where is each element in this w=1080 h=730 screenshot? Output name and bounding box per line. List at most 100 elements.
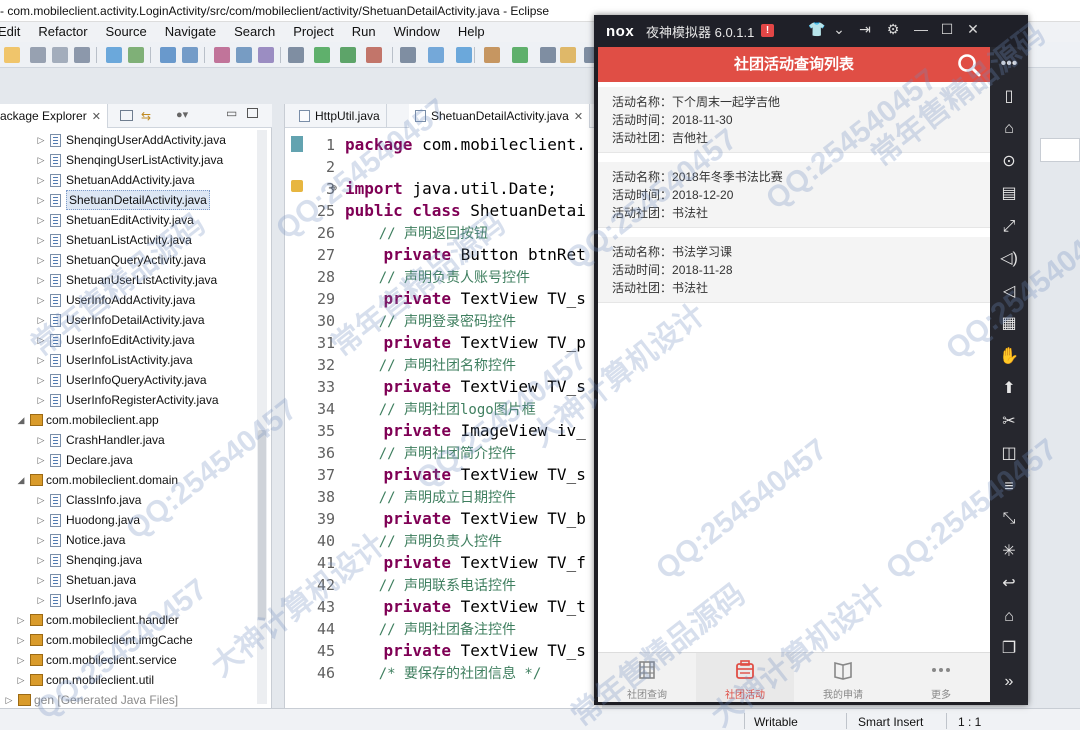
open-type-icon[interactable]: [236, 47, 252, 63]
maximize-icon[interactable]: ☐: [938, 21, 956, 38]
package-node[interactable]: ◢ com.mobileclient.domain: [0, 470, 262, 490]
home-icon[interactable]: ⌂: [990, 602, 1028, 632]
scrollbar-thumb[interactable]: [258, 430, 266, 620]
folder-node[interactable]: ▷ gen [Generated Java Files]: [0, 690, 262, 708]
volume-up-icon[interactable]: ◁): [990, 244, 1028, 274]
minimize-view-icon[interactable]: ▭: [226, 106, 237, 120]
file-node[interactable]: ▷ ShetuanAddActivity.java: [0, 170, 262, 190]
collapsed-arrow-icon[interactable]: ▷: [36, 590, 46, 610]
file-node[interactable]: ▷ ShenqingUserListActivity.java: [0, 150, 262, 170]
resize-icon[interactable]: ⤡: [990, 504, 1028, 534]
file-node[interactable]: ▷ ShetuanDetailActivity.java: [0, 190, 262, 210]
shake-icon[interactable]: ✳: [990, 537, 1028, 567]
new-icon[interactable]: [4, 47, 20, 63]
collapsed-arrow-icon[interactable]: ▷: [36, 510, 46, 530]
forward-icon[interactable]: [512, 47, 528, 63]
collapsed-arrow-icon[interactable]: ▷: [16, 610, 26, 630]
multi-window-icon[interactable]: ◫: [990, 439, 1028, 469]
more-icon[interactable]: •••: [990, 49, 1028, 79]
close-icon[interactable]: ✕: [574, 105, 583, 129]
file-node[interactable]: ▷ UserInfoQueryActivity.java: [0, 370, 262, 390]
keyboard-icon[interactable]: ▤: [990, 179, 1028, 209]
quick-access-field[interactable]: [1040, 138, 1080, 162]
last-edit-icon[interactable]: [540, 47, 556, 63]
activity-card[interactable]: 活动名称：下个周末一起学吉他 活动时间：2018-11-30 活动社团：吉他社: [598, 87, 990, 153]
robot-icon[interactable]: ⌂: [990, 114, 1028, 144]
search-icon[interactable]: [956, 52, 982, 78]
menu-item-navigate[interactable]: Navigate: [165, 22, 216, 42]
print-icon[interactable]: [74, 47, 90, 63]
link-editor-icon[interactable]: ⇆: [141, 109, 151, 123]
collapsed-arrow-icon[interactable]: ▷: [36, 430, 46, 450]
volume-down-icon[interactable]: ◁: [990, 277, 1028, 307]
file-node[interactable]: ▷ UserInfo.java: [0, 590, 262, 610]
file-node[interactable]: ▷ UserInfoAddActivity.java: [0, 290, 262, 310]
collapsed-arrow-icon[interactable]: ▷: [16, 630, 26, 650]
task-icon[interactable]: [160, 47, 176, 63]
file-node[interactable]: ▷ Declare.java: [0, 450, 262, 470]
debug-icon[interactable]: [288, 47, 304, 63]
collapsed-arrow-icon[interactable]: ▷: [16, 670, 26, 690]
view-menu-icon[interactable]: ●▾: [176, 108, 188, 121]
collapsed-arrow-icon[interactable]: ▷: [36, 310, 46, 330]
file-node[interactable]: ▷ ClassInfo.java: [0, 490, 262, 510]
editor-tab[interactable]: HttpUtil.java: [293, 104, 387, 128]
maximize-view-icon[interactable]: [247, 108, 258, 118]
collapse-all-icon[interactable]: [120, 110, 133, 121]
collapsed-arrow-icon[interactable]: ▷: [36, 570, 46, 590]
collapsed-arrow-icon[interactable]: ▷: [36, 150, 46, 170]
toolbox-icon[interactable]: ▦: [990, 309, 1028, 339]
previous-annotation-icon[interactable]: [456, 47, 472, 63]
file-node[interactable]: ▷ Huodong.java: [0, 510, 262, 530]
nav-item[interactable]: 我的申请: [794, 653, 892, 702]
file-node[interactable]: ▷ Notice.java: [0, 530, 262, 550]
close-icon[interactable]: ✕: [964, 21, 982, 38]
file-node[interactable]: ▷ Shetuan.java: [0, 570, 262, 590]
collapsed-arrow-icon[interactable]: ▷: [36, 190, 46, 210]
expanded-arrow-icon[interactable]: ◢: [16, 410, 26, 430]
back-icon[interactable]: ↩: [990, 569, 1028, 599]
touch-icon[interactable]: ✋: [990, 342, 1028, 372]
next-annotation-icon[interactable]: [428, 47, 444, 63]
import-icon[interactable]: [106, 47, 122, 63]
file-node[interactable]: ▷ CrashHandler.java: [0, 430, 262, 450]
fold-expand-icon[interactable]: ⊕: [331, 178, 337, 200]
file-node[interactable]: ▷ UserInfoEditActivity.java: [0, 330, 262, 350]
collapsed-arrow-icon[interactable]: ▷: [36, 230, 46, 250]
package-explorer-tab[interactable]: ackage Explorer ✕: [0, 104, 108, 128]
minimize-icon[interactable]: —: [912, 21, 930, 37]
collapsed-arrow-icon[interactable]: ▷: [36, 530, 46, 550]
collapsed-arrow-icon[interactable]: ▷: [36, 370, 46, 390]
fullscreen-icon[interactable]: ⤢: [990, 212, 1028, 242]
collapsed-arrow-icon[interactable]: ▷: [36, 490, 46, 510]
pin-icon[interactable]: ⇥: [856, 21, 874, 38]
run-icon[interactable]: [314, 47, 330, 63]
phone-icon[interactable]: ▯: [990, 82, 1028, 112]
file-node[interactable]: ▷ ShetuanUserListActivity.java: [0, 270, 262, 290]
android-sdk-icon[interactable]: [128, 47, 144, 63]
expand-icon[interactable]: »: [990, 667, 1028, 697]
new-java-icon[interactable]: [214, 47, 230, 63]
alert-icon[interactable]: !: [761, 24, 774, 37]
file-node[interactable]: ▷ ShetuanListActivity.java: [0, 230, 262, 250]
file-node[interactable]: ▷ UserInfoDetailActivity.java: [0, 310, 262, 330]
package-node[interactable]: ▷ com.mobileclient.util: [0, 670, 262, 690]
file-node[interactable]: ▷ UserInfoListActivity.java: [0, 350, 262, 370]
toggle-mark-icon[interactable]: [400, 47, 416, 63]
collapsed-arrow-icon[interactable]: ▷: [36, 390, 46, 410]
checklist-icon[interactable]: [182, 47, 198, 63]
collapsed-arrow-icon[interactable]: ▷: [36, 270, 46, 290]
gear-icon[interactable]: ⚙: [884, 21, 902, 38]
recent-apps-icon[interactable]: ❐: [990, 634, 1028, 664]
package-node[interactable]: ▷ com.mobileclient.handler: [0, 610, 262, 630]
collapsed-arrow-icon[interactable]: ▷: [36, 130, 46, 150]
package-node[interactable]: ▷ com.mobileclient.service: [0, 650, 262, 670]
menu-item-run[interactable]: Run: [352, 22, 376, 42]
menu-item-project[interactable]: Project: [293, 22, 333, 42]
collapsed-arrow-icon[interactable]: ▷: [36, 550, 46, 570]
external-tools-icon[interactable]: [366, 47, 382, 63]
run-coverage-icon[interactable]: [340, 47, 356, 63]
file-node[interactable]: ▷ ShetuanEditActivity.java: [0, 210, 262, 230]
collapsed-arrow-icon[interactable]: ▷: [36, 330, 46, 350]
collapsed-arrow-icon[interactable]: ▷: [36, 350, 46, 370]
